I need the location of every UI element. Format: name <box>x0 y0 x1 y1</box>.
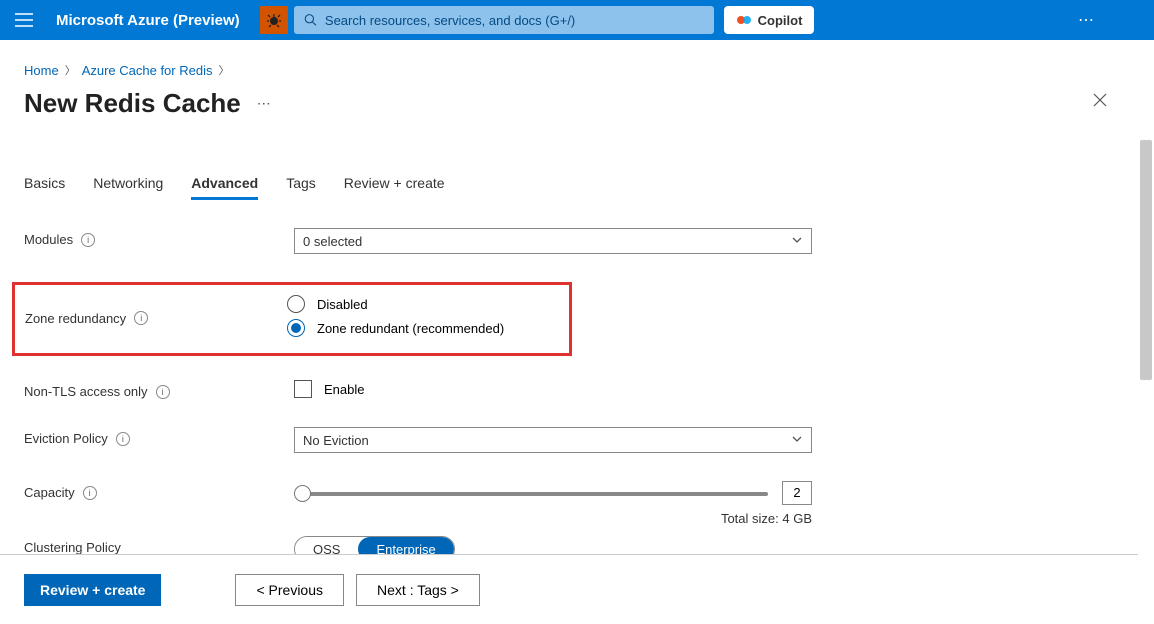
page-title: New Redis Cache <box>24 88 241 119</box>
non-tls-checkbox-label: Enable <box>324 382 364 397</box>
topbar-more-icon[interactable]: ⋯ <box>1066 0 1106 40</box>
zone-disabled-label: Disabled <box>317 297 368 312</box>
eviction-select[interactable]: No Eviction <box>294 427 812 453</box>
capacity-slider[interactable] <box>294 484 768 502</box>
bug-icon[interactable] <box>260 6 288 34</box>
page-more-icon[interactable]: ⋯ <box>257 95 273 112</box>
copilot-button[interactable]: Copilot <box>724 6 815 34</box>
review-create-button[interactable]: Review + create <box>24 574 161 606</box>
search-wrap <box>294 6 714 34</box>
info-icon[interactable]: i <box>83 486 97 500</box>
radio-checked-icon <box>287 319 305 337</box>
clustering-segmented: OSS Enterprise <box>294 536 455 554</box>
info-icon[interactable]: i <box>116 432 130 446</box>
info-icon[interactable]: i <box>81 233 95 247</box>
footer-bar: Review + create < Previous Next : Tags > <box>0 554 1138 624</box>
capacity-total-size: Total size: 4 GB <box>294 511 812 526</box>
chevron-right-icon: 〉 <box>218 62 229 78</box>
radio-unchecked-icon <box>287 295 305 313</box>
zone-redundancy-redundant-radio[interactable]: Zone redundant (recommended) <box>287 319 559 337</box>
top-bar: Microsoft Azure (Preview) Copilot ⋯ <box>0 0 1154 40</box>
hamburger-menu-icon[interactable] <box>12 8 36 32</box>
previous-button[interactable]: < Previous <box>235 574 344 606</box>
tab-bar: Basics Networking Advanced Tags Review +… <box>24 175 1120 200</box>
clustering-label: Clustering Policy <box>24 540 121 554</box>
breadcrumb: Home 〉 Azure Cache for Redis 〉 <box>24 62 1120 78</box>
clustering-enterprise-option[interactable]: Enterprise <box>358 537 453 554</box>
zone-redundancy-label: Zone redundancy <box>25 311 126 326</box>
next-tags-button[interactable]: Next : Tags > <box>356 574 480 606</box>
slider-thumb-icon[interactable] <box>294 485 311 502</box>
tab-basics[interactable]: Basics <box>24 175 65 200</box>
non-tls-label: Non-TLS access only <box>24 384 148 399</box>
close-icon[interactable] <box>1092 92 1116 116</box>
capacity-label: Capacity <box>24 485 75 500</box>
zone-redundancy-highlight: Zone redundancy i Disabled Zone redundan… <box>12 282 572 356</box>
content-scroll: Home 〉 Azure Cache for Redis 〉 New Redis… <box>0 40 1138 554</box>
breadcrumb-home[interactable]: Home <box>24 63 59 78</box>
eviction-label: Eviction Policy <box>24 431 108 446</box>
chevron-right-icon: 〉 <box>65 62 76 78</box>
modules-select[interactable]: 0 selected <box>294 228 812 254</box>
tab-review-create[interactable]: Review + create <box>344 175 445 200</box>
chevron-down-icon <box>791 433 803 448</box>
eviction-value: No Eviction <box>303 433 369 448</box>
tab-tags[interactable]: Tags <box>286 175 316 200</box>
form-advanced: Modules i 0 selected Zone redundancy <box>24 228 1120 554</box>
info-icon[interactable]: i <box>134 311 148 325</box>
modules-label: Modules <box>24 232 73 247</box>
zone-redundant-label: Zone redundant (recommended) <box>317 321 504 336</box>
slider-track <box>294 492 768 496</box>
tab-advanced[interactable]: Advanced <box>191 175 258 200</box>
modules-value: 0 selected <box>303 234 362 249</box>
breadcrumb-service[interactable]: Azure Cache for Redis <box>82 63 213 78</box>
info-icon[interactable]: i <box>156 385 170 399</box>
zone-redundancy-disabled-radio[interactable]: Disabled <box>287 295 559 313</box>
search-input[interactable] <box>325 13 704 28</box>
tab-networking[interactable]: Networking <box>93 175 163 200</box>
clustering-oss-option[interactable]: OSS <box>295 537 358 554</box>
chevron-down-icon <box>791 234 803 249</box>
capacity-value[interactable]: 2 <box>782 481 812 505</box>
copilot-label: Copilot <box>758 13 803 28</box>
scrollbar-thumb[interactable] <box>1140 140 1152 380</box>
non-tls-enable-checkbox[interactable]: Enable <box>294 380 812 398</box>
checkbox-unchecked-icon <box>294 380 312 398</box>
brand-label[interactable]: Microsoft Azure (Preview) <box>56 12 240 29</box>
search-box[interactable] <box>294 6 714 34</box>
